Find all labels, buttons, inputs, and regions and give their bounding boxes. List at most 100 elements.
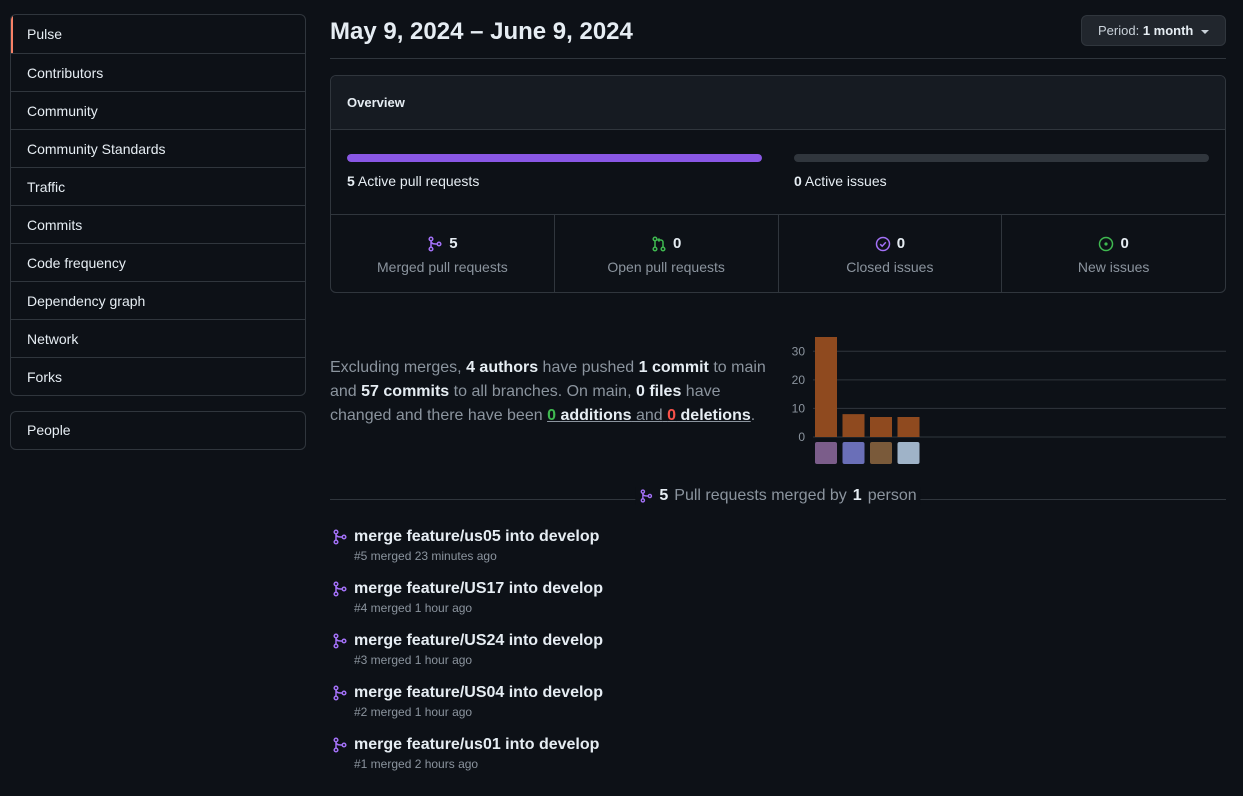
pr-meta: #1 merged 2 hours ago	[354, 757, 479, 771]
sidebar-item-label: Traffic	[27, 179, 66, 195]
prs-merged-separator: 5 Pull requests merged by 1 person	[330, 485, 1226, 507]
sidebar-item-forks[interactable]: Forks	[11, 357, 305, 395]
stat-value: 0	[896, 235, 906, 252]
stat-value: 0	[672, 235, 682, 252]
authors-count: 4 authors	[466, 359, 539, 376]
additions-link[interactable]: 0 additions and 0 deletions	[547, 407, 751, 424]
commit-summary: Excluding merges, 4 authors have pushed …	[330, 356, 780, 428]
active-prs-label[interactable]: 5 Active pull requests	[347, 173, 479, 189]
sidebar-item-label: Network	[27, 331, 79, 347]
sidebar-item-label: Code frequency	[27, 255, 126, 271]
sidebar-item-pulse[interactable]: Pulse	[11, 15, 305, 53]
sidebar-item-contributors[interactable]: Contributors	[11, 53, 305, 91]
pr-title-link[interactable]: merge feature/US24 into develop	[354, 630, 1226, 652]
git-pull-request-icon	[652, 235, 666, 252]
prs-merged-text: Pull requests merged by	[674, 487, 847, 504]
y-tick-label: 30	[792, 344, 806, 358]
sidebar-item-label: Forks	[27, 369, 62, 385]
commits-main-count: 1 commit	[638, 359, 709, 376]
sidebar-item-traffic[interactable]: Traffic	[11, 167, 305, 205]
active-prs-bar[interactable]	[347, 154, 762, 162]
period-select-button[interactable]: Period: 1 month	[1080, 15, 1226, 46]
stat-label: New issues	[1077, 258, 1150, 275]
list-item: merge feature/US04 into develop #2 merge…	[330, 682, 1226, 734]
period-prefix: Period:	[1097, 23, 1140, 38]
pr-title-link[interactable]: merge feature/us05 into develop	[354, 526, 1226, 548]
stat-new-issues[interactable]: 0 New issues	[1001, 215, 1225, 292]
list-item: merge feature/us05 into develop #5 merge…	[330, 526, 1226, 578]
y-tick-label: 20	[792, 373, 806, 387]
active-issues-bar[interactable]	[794, 154, 1209, 162]
sidebar-item-community[interactable]: Community	[11, 91, 305, 129]
git-merge-icon	[333, 529, 347, 545]
people-sidebar: People	[10, 411, 306, 450]
merged-pr-list: merge feature/us05 into develop #5 merge…	[330, 526, 1226, 786]
stat-value: 0	[1120, 235, 1129, 252]
stat-merged-prs[interactable]: 5 Merged pull requests	[331, 215, 554, 292]
stat-closed-issues[interactable]: 0 Closed issues	[777, 215, 1002, 292]
list-item: merge feature/US24 into develop #3 merge…	[330, 630, 1226, 682]
overview-panel: Overview 5 Active pull requests 0 Active…	[330, 75, 1226, 293]
summary-text: .	[750, 407, 756, 424]
active-issues-count: 0	[794, 173, 802, 189]
pr-meta: #2 merged 1 hour ago	[354, 705, 473, 719]
deletions-label: deletions	[680, 407, 751, 424]
stat-label: Closed issues	[846, 258, 934, 275]
git-merge-icon	[333, 633, 347, 649]
git-merge-icon	[428, 235, 442, 252]
period-value: 1 month	[1142, 23, 1194, 38]
chart-bar	[815, 337, 837, 437]
list-item: merge feature/US17 into develop #4 merge…	[330, 578, 1226, 630]
sidebar-item-label: Contributors	[27, 65, 104, 81]
sidebar-item-network[interactable]: Network	[11, 319, 305, 357]
prs-merged-count: 5	[659, 487, 669, 504]
deletions-count: 0	[667, 407, 677, 424]
activity-bars: 5 Active pull requests 0 Active issues	[331, 130, 1225, 215]
sidebar-item-label: People	[27, 422, 71, 438]
prs-merged-heading: 5 Pull requests merged by 1 person	[635, 487, 921, 505]
pr-title-link[interactable]: merge feature/US04 into develop	[354, 682, 1226, 704]
stat-open-prs[interactable]: 0 Open pull requests	[553, 215, 778, 292]
stat-value: 5	[449, 235, 458, 252]
additions-label: additions	[560, 407, 632, 424]
chart-bar	[842, 414, 865, 437]
git-merge-icon	[333, 581, 347, 597]
sidebar-item-label: Dependency graph	[27, 293, 146, 309]
git-merge-icon	[333, 737, 347, 753]
stat-label: Merged pull requests	[377, 258, 508, 275]
sidebar-item-commits[interactable]: Commits	[11, 205, 305, 243]
sidebar-item-label: Pulse	[27, 26, 63, 42]
pr-title-link[interactable]: merge feature/US17 into develop	[354, 578, 1226, 600]
people-count: 1	[852, 487, 862, 504]
sidebar-item-label: Community Standards	[27, 141, 166, 157]
additions-count: 0	[547, 407, 556, 424]
sidebar-item-label: Commits	[27, 217, 83, 233]
author-avatar	[815, 442, 837, 464]
pr-meta: #3 merged 1 hour ago	[354, 653, 473, 667]
issue-opened-icon	[1099, 236, 1114, 251]
sidebar-item-people[interactable]: People	[11, 412, 305, 449]
summary-text: and	[636, 407, 663, 424]
y-tick-label: 10	[792, 401, 806, 415]
sidebar-item-community-standards[interactable]: Community Standards	[11, 129, 305, 167]
active-issues-text: Active issues	[804, 173, 887, 189]
list-item: merge feature/us01 into develop #1 merge…	[330, 734, 1226, 786]
active-prs-text: Active pull requests	[357, 173, 480, 189]
active-issues-label[interactable]: 0 Active issues	[794, 173, 887, 189]
sidebar-item-code-frequency[interactable]: Code frequency	[11, 243, 305, 281]
issue-closed-icon	[875, 236, 890, 251]
y-tick-label: 0	[798, 430, 805, 444]
overview-stats: 5 Merged pull requests 0 Open pull reque…	[331, 215, 1225, 292]
active-prs-bar-fill	[347, 154, 762, 162]
files-changed-count: 0 files	[635, 383, 682, 400]
divider	[330, 58, 1226, 59]
git-merge-icon	[333, 685, 347, 701]
author-avatar	[842, 442, 865, 464]
sidebar-item-dependency-graph[interactable]: Dependency graph	[11, 281, 305, 319]
commits-by-author-chart: 0 10 20 30	[792, 337, 1226, 464]
commits-all-count: 57 commits	[361, 383, 450, 400]
pr-title-link[interactable]: merge feature/us01 into develop	[354, 734, 1226, 756]
summary-text: have pushed	[542, 359, 635, 376]
prs-merged-text: person	[867, 487, 917, 504]
sidebar-item-label: Community	[27, 103, 98, 119]
